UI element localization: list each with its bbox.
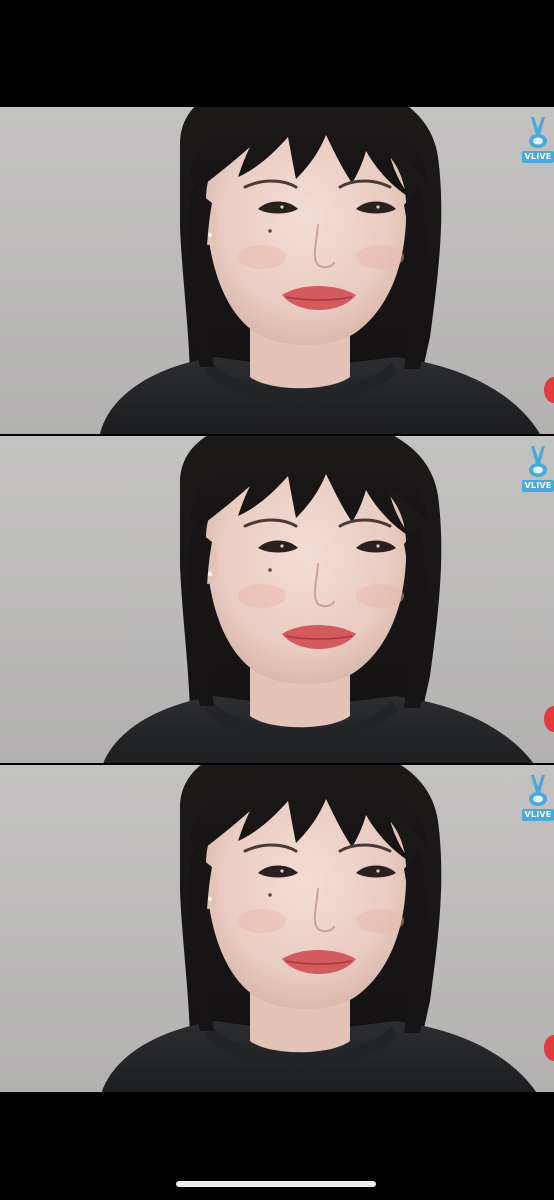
vlive-logo-badge[interactable]: VLIVE (522, 113, 554, 165)
home-indicator[interactable] (176, 1181, 376, 1187)
video-frame-3: VLIVE (0, 765, 554, 1092)
v-hand-icon (529, 117, 547, 148)
v-hand-icon (529, 446, 547, 477)
vlive-logo-badge[interactable]: VLIVE (522, 442, 554, 494)
portrait-image-2 (98, 436, 542, 763)
top-black-bar (0, 0, 554, 107)
video-frame-1: VLIVE (0, 107, 554, 434)
vlive-label: VLIVE (522, 809, 554, 821)
vlive-label: VLIVE (522, 480, 554, 492)
video-frame-2: VLIVE (0, 436, 554, 763)
v-hand-icon (529, 775, 547, 806)
portrait-image-1 (98, 107, 542, 434)
vlive-label: VLIVE (522, 151, 554, 163)
portrait-image-3 (98, 765, 542, 1092)
vlive-logo-badge[interactable]: VLIVE (522, 771, 554, 823)
